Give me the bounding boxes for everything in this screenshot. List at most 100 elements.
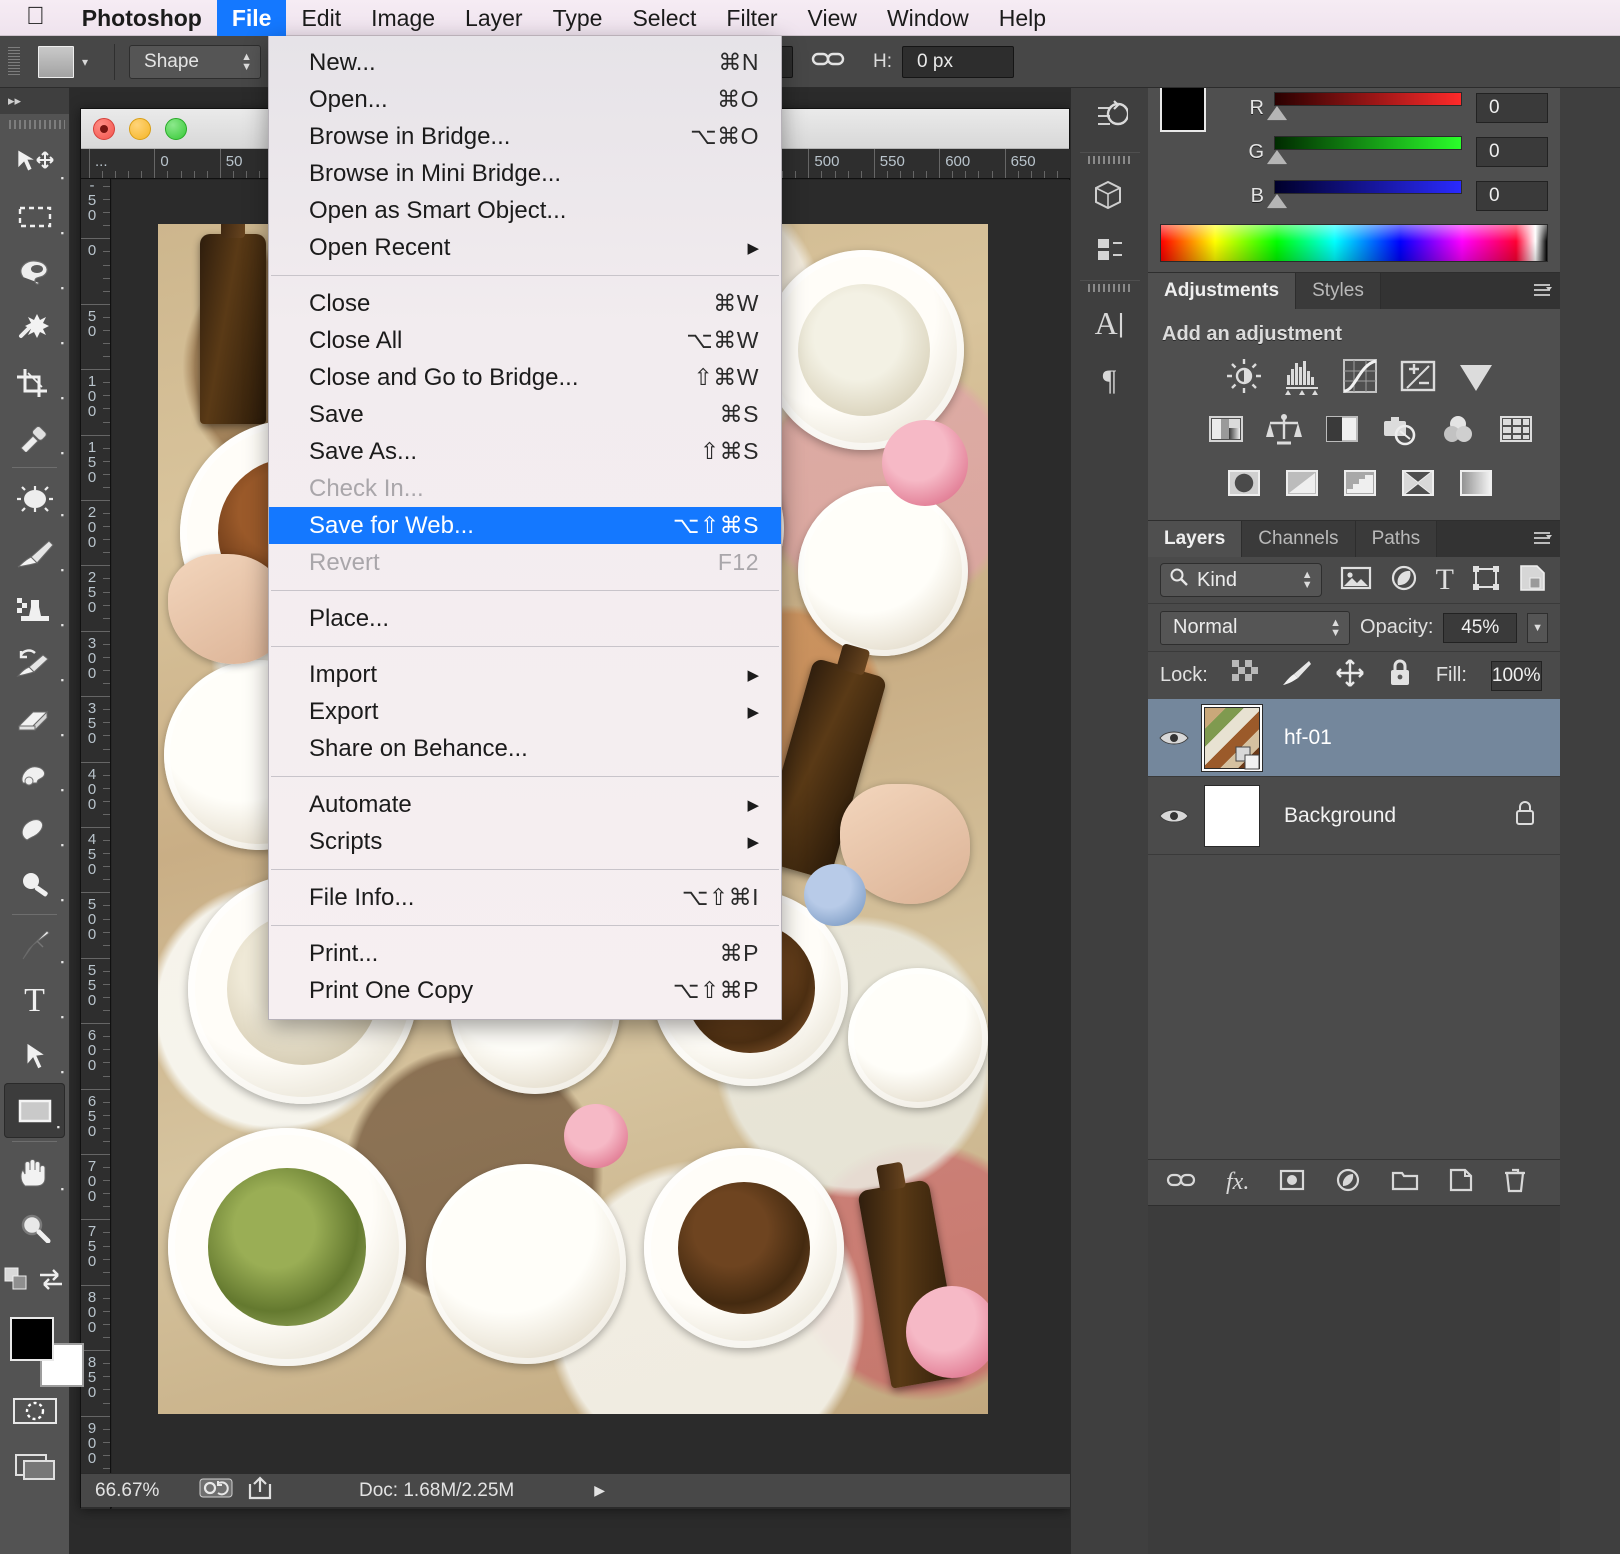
red-value-field[interactable]: 0 <box>1476 93 1548 123</box>
tool-expand-triangle-icon[interactable]: ▪ <box>61 448 64 458</box>
menu-edit[interactable]: Edit <box>286 0 356 36</box>
menu-item-close-all[interactable]: Close All ⌥⌘W <box>269 322 781 359</box>
menu-file[interactable]: File <box>216 0 287 36</box>
foreground-color-swatch[interactable] <box>10 1317 54 1361</box>
stepper-arrows-icon[interactable]: ▲ ▼ <box>1330 617 1341 638</box>
gradient-tool[interactable]: ▪ <box>0 746 69 801</box>
shape-filter-icon[interactable] <box>1472 565 1500 596</box>
fill-field[interactable]: 100% <box>1490 660 1542 691</box>
status-more-arrow-icon[interactable]: ▶ <box>594 1482 605 1499</box>
tool-expand-triangle-icon[interactable]: ▪ <box>57 1122 60 1132</box>
menu-image[interactable]: Image <box>356 0 450 36</box>
menu-item-open-as-smart-object[interactable]: Open as Smart Object... <box>269 192 781 229</box>
tool-expand-triangle-icon[interactable]: ▪ <box>61 840 64 850</box>
tab-styles[interactable]: Styles <box>1296 273 1381 309</box>
menu-layer[interactable]: Layer <box>450 0 538 36</box>
menu-item-open-recent[interactable]: Open Recent ▶ <box>269 229 781 266</box>
zoom-level[interactable]: 66.67% <box>81 1480 193 1502</box>
tool-expand-triangle-icon[interactable]: ▪ <box>61 730 64 740</box>
smart-object-filter-icon[interactable] <box>1518 564 1548 597</box>
layer-thumbnail[interactable] <box>1204 784 1260 847</box>
dodge-tool[interactable]: ▪ <box>0 856 69 911</box>
dock-group-grip[interactable] <box>1079 280 1140 292</box>
clone-stamp-tool[interactable]: ▪ <box>0 581 69 636</box>
spot-healing-brush-tool[interactable]: ▪ <box>0 471 69 526</box>
lock-image-pixels-icon[interactable] <box>1282 660 1312 691</box>
curves-icon[interactable] <box>1340 356 1380 396</box>
menu-item-print-one-copy[interactable]: Print One Copy ⌥⇧⌘P <box>269 972 781 1009</box>
link-layers-icon[interactable] <box>1166 1170 1196 1195</box>
photo-filter-icon[interactable] <box>1380 410 1420 450</box>
options-bar-grip[interactable] <box>8 46 20 77</box>
close-window-button[interactable] <box>93 117 115 140</box>
toolbox-grip[interactable] <box>0 114 69 134</box>
opacity-field[interactable]: 45% <box>1443 612 1518 643</box>
brush-tool[interactable]: ▪ <box>0 526 69 581</box>
tab-channels[interactable]: Channels <box>1242 521 1356 557</box>
type-filter-icon[interactable]: T <box>1436 565 1454 595</box>
menu-item-close[interactable]: Close ⌘W <box>269 285 781 322</box>
shape-mode-select[interactable]: Shape ▲ ▼ <box>129 44 262 79</box>
tab-paths[interactable]: Paths <box>1355 521 1438 557</box>
swap-colors-icon[interactable] <box>37 1268 65 1295</box>
tool-expand-triangle-icon[interactable]: ▪ <box>61 1012 64 1022</box>
screen-mode-icon[interactable] <box>0 1438 69 1493</box>
green-slider[interactable] <box>1267 130 1462 174</box>
menu-item-share-on-behance[interactable]: Share on Behance... <box>269 730 781 767</box>
new-fill-adjustment-icon[interactable] <box>1335 1167 1361 1198</box>
adjustment-filter-icon[interactable] <box>1390 564 1418 597</box>
tool-expand-triangle-icon[interactable]: ▪ <box>61 1184 64 1194</box>
blur-tool[interactable]: ▪ <box>0 801 69 856</box>
hand-tool[interactable]: ▪ <box>0 1145 69 1200</box>
green-value-field[interactable]: 0 <box>1476 137 1548 167</box>
menu-item-save[interactable]: Save ⌘S <box>269 396 781 433</box>
posterize-icon[interactable] <box>1282 464 1322 504</box>
menu-item-file-info[interactable]: File Info... ⌥⇧⌘I <box>269 879 781 916</box>
layer-lock-icon[interactable] <box>1514 800 1536 831</box>
menu-item-browse-in-bridge[interactable]: Browse in Bridge... ⌥⌘O <box>269 118 781 155</box>
menu-select[interactable]: Select <box>617 0 711 36</box>
layer-visibility-eye-icon[interactable] <box>1148 728 1200 748</box>
red-slider[interactable] <box>1267 86 1462 130</box>
blue-slider[interactable] <box>1267 174 1462 218</box>
eyedropper-tool[interactable]: ▪ <box>0 409 69 464</box>
panel-menu-icon[interactable] <box>1532 282 1552 302</box>
opacity-stepper[interactable]: ▼ <box>1527 612 1548 643</box>
menu-item-automate[interactable]: Automate ▶ <box>269 786 781 823</box>
new-layer-icon[interactable] <box>1449 1168 1473 1197</box>
vertical-ruler[interactable]: -50 0 50 100 150 200 250 300 350 400 450 500 550 600 6… <box>81 179 111 1509</box>
new-group-icon[interactable] <box>1391 1169 1419 1196</box>
menu-item-export[interactable]: Export ▶ <box>269 693 781 730</box>
red-slider-knob[interactable] <box>1267 106 1287 120</box>
menu-view[interactable]: View <box>793 0 872 36</box>
exposure-icon[interactable] <box>1398 356 1438 396</box>
3d-secondary-icon[interactable] <box>1080 226 1140 274</box>
move-tool[interactable]: ▪ <box>0 134 69 189</box>
vibrance-icon[interactable] <box>1456 356 1496 396</box>
menu-photoshop[interactable]: Photoshop <box>67 0 217 36</box>
lock-position-icon[interactable] <box>1335 659 1364 692</box>
layer-name[interactable]: Background <box>1284 804 1514 828</box>
menu-type[interactable]: Type <box>538 0 618 36</box>
tool-expand-triangle-icon[interactable]: ▪ <box>61 785 64 795</box>
levels-icon[interactable] <box>1282 356 1322 396</box>
foreground-color-swatch[interactable] <box>1160 86 1206 132</box>
menu-item-open[interactable]: Open... ⌘O <box>269 81 781 118</box>
selective-color-icon[interactable] <box>1398 464 1438 504</box>
document-settings-icon[interactable] <box>199 1477 233 1505</box>
add-layer-mask-icon[interactable] <box>1279 1169 1305 1196</box>
layer-style-fx-icon[interactable]: fx. <box>1226 1169 1249 1196</box>
menu-item-import[interactable]: Import ▶ <box>269 656 781 693</box>
path-selection-tool[interactable]: ▪ <box>0 1028 69 1083</box>
tool-expand-triangle-icon[interactable]: ▪ <box>61 675 64 685</box>
green-slider-knob[interactable] <box>1267 150 1287 164</box>
hue-saturation-icon[interactable] <box>1206 410 1246 450</box>
menu-item-scripts[interactable]: Scripts ▶ <box>269 823 781 860</box>
layer-visibility-eye-icon[interactable] <box>1148 806 1200 826</box>
preset-picker-caret-icon[interactable]: ▾ <box>82 55 88 69</box>
blend-mode-select[interactable]: Normal ▲ ▼ <box>1160 610 1351 645</box>
menu-item-place[interactable]: Place... <box>269 600 781 637</box>
zoom-window-button[interactable] <box>165 117 187 140</box>
dock-group-grip[interactable] <box>1079 152 1140 164</box>
tool-expand-triangle-icon[interactable]: ▪ <box>61 510 64 520</box>
